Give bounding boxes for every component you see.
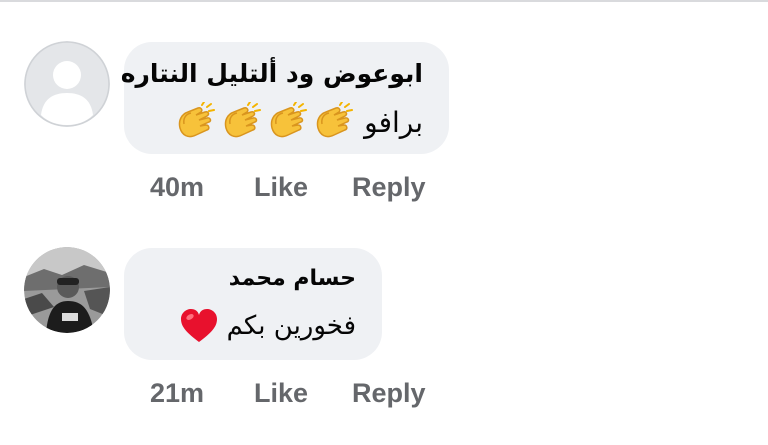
user-photo-icon — [24, 247, 110, 333]
comment-author[interactable]: حسام محمد — [229, 266, 356, 291]
comment-text: برافو — [364, 105, 423, 139]
comment-bubble[interactable]: ابوعوض ود ألتليل النتاره برافو — [121, 42, 449, 154]
comment-timestamp[interactable]: 40m — [150, 172, 204, 203]
default-avatar-icon — [24, 41, 110, 127]
comment-author[interactable]: ابوعوض ود ألتليل النتاره — [121, 59, 423, 88]
red-heart-icon — [179, 308, 219, 344]
like-button[interactable]: Like — [254, 172, 308, 203]
comment-bubble[interactable]: حسام محمد فخورين بكم — [124, 248, 382, 360]
comment-message: برافو — [172, 101, 423, 142]
like-button[interactable]: Like — [254, 378, 308, 409]
avatar[interactable] — [24, 247, 110, 333]
clapping-hands-icon — [264, 101, 308, 142]
reply-button[interactable]: Reply — [352, 378, 426, 409]
comment-text: فخورين بكم — [226, 311, 356, 341]
clapping-hands-icon — [310, 101, 354, 142]
clapping-hands-icon — [172, 101, 216, 142]
comment-message: فخورين بكم — [179, 308, 356, 344]
comment-timestamp[interactable]: 21m — [150, 378, 204, 409]
reply-button[interactable]: Reply — [352, 172, 426, 203]
clapping-hands-icon — [218, 101, 262, 142]
top-divider — [0, 0, 768, 2]
avatar[interactable] — [24, 41, 110, 127]
